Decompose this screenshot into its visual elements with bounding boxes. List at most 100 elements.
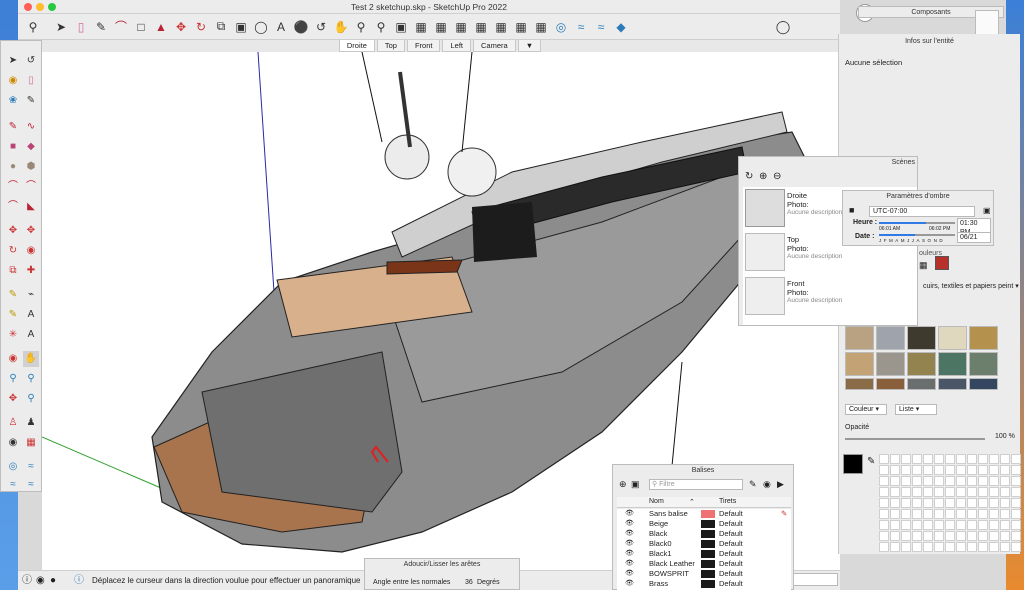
zoom-window-button[interactable] (48, 3, 56, 11)
tape-measure-icon[interactable]: ◯ (252, 18, 270, 36)
target-tool-icon[interactable]: ◎ (5, 459, 21, 475)
tag-dash[interactable]: Default (719, 529, 743, 539)
tag-dash[interactable]: Default (719, 579, 743, 589)
color-grid-cell[interactable] (879, 465, 889, 475)
color-grid-cell[interactable] (890, 476, 900, 486)
tag-dash[interactable]: Default (719, 549, 743, 559)
color-grid-cell[interactable] (978, 487, 988, 497)
rotate-tool-icon[interactable]: ↻ (5, 243, 21, 259)
color-grid-cell[interactable] (934, 509, 944, 519)
color-grid-cell[interactable] (956, 476, 966, 486)
zoom-icon[interactable]: ⚲ (352, 18, 370, 36)
material-swatch[interactable] (907, 352, 936, 376)
color-grid-cell[interactable] (1000, 542, 1010, 552)
color-grid-cell[interactable] (901, 520, 911, 530)
left-view-icon[interactable]: ▦ (532, 18, 550, 36)
tag-filter-input[interactable]: ⚲ Filtre (649, 479, 743, 490)
color-grid-cell[interactable] (879, 487, 889, 497)
scene-name-droite[interactable]: Droite (787, 191, 807, 200)
opacity-slider[interactable] (845, 438, 985, 440)
color-grid-cell[interactable] (967, 476, 977, 486)
color-grid-cell[interactable] (901, 454, 911, 464)
utc-select[interactable]: UTC-07:00 (869, 206, 975, 217)
3d-text-icon[interactable]: A (23, 327, 39, 343)
tag-color-swatch[interactable] (701, 510, 715, 518)
angle-value[interactable]: 36 (465, 579, 473, 586)
time-slider[interactable] (879, 222, 955, 224)
axes-tool-icon[interactable]: ✳ (5, 327, 21, 343)
add-tag-icon[interactable]: ⊕ (619, 479, 627, 490)
color-grid-cell[interactable] (1011, 465, 1021, 475)
back-view-icon[interactable]: ▦ (512, 18, 530, 36)
layers-wave-icon[interactable]: ≈ (572, 18, 590, 36)
text-tool-icon[interactable]: A (23, 307, 39, 323)
material-palette-icon[interactable]: ▦ (919, 260, 929, 270)
color-grid-cell[interactable] (978, 465, 988, 475)
color-grid-cell[interactable] (967, 498, 977, 508)
color-grid-cell[interactable] (956, 509, 966, 519)
material-swatch[interactable] (969, 352, 998, 376)
tag-color-swatch[interactable] (701, 550, 715, 558)
tag-color-swatch[interactable] (701, 570, 715, 578)
credits-icon[interactable]: ◉ (36, 571, 45, 590)
active-tag-pencil-icon[interactable]: ✎ (781, 509, 787, 519)
color-grid-cell[interactable] (967, 465, 977, 475)
line-tool-icon[interactable]: ✎ (5, 119, 21, 135)
tag-dash[interactable]: Default (719, 569, 743, 579)
color-grid-cell[interactable] (945, 487, 955, 497)
follow-me-icon[interactable]: ◉ (23, 243, 39, 259)
color-grid-cell[interactable] (923, 520, 933, 530)
col-name[interactable]: Nom (649, 498, 664, 505)
scene-thumbnail-top[interactable] (745, 233, 785, 271)
iso-view-icon[interactable]: ▦ (432, 18, 450, 36)
search-icon[interactable]: ⚲ (24, 18, 42, 36)
color-grid-cell[interactable] (912, 531, 922, 541)
rectangle-tool-icon[interactable]: ■ (5, 139, 21, 155)
scene-thumbnail-front[interactable] (745, 277, 785, 315)
move-icon[interactable]: ✥ (172, 18, 190, 36)
color-grid-cell[interactable] (945, 520, 955, 530)
visibility-eye-icon[interactable]: 👁 (625, 569, 634, 579)
list-mode-select[interactable]: Liste ▾ (895, 404, 937, 415)
color-grid-cell[interactable] (989, 509, 999, 519)
color-grid-cell[interactable] (923, 509, 933, 519)
color-grid-cell[interactable] (956, 520, 966, 530)
visibility-eye-icon[interactable]: 👁 (625, 549, 634, 559)
tag-dash[interactable]: Default (719, 559, 743, 569)
scene-thumbnail-droite[interactable] (745, 189, 785, 227)
color-grid-cell[interactable] (1000, 476, 1010, 486)
wave-tool-icon[interactable]: ≈ (23, 459, 39, 475)
color-grid-cell[interactable] (890, 454, 900, 464)
circle-tool-icon[interactable]: ● (5, 159, 21, 175)
walk-icon[interactable]: ♟ (23, 415, 39, 431)
date-slider[interactable] (879, 234, 955, 236)
tag-row[interactable]: 👁 Sans balise Default ✎ (617, 509, 791, 519)
make-component-icon[interactable]: ◉ (5, 73, 21, 89)
color-grid-cell[interactable] (901, 498, 911, 508)
color-grid-cell[interactable] (945, 542, 955, 552)
shadow-toggle-icon[interactable]: ■ (849, 205, 854, 215)
color-grid-cell[interactable] (912, 454, 922, 464)
tag-color-swatch[interactable] (701, 530, 715, 538)
color-grid-cell[interactable] (989, 542, 999, 552)
material-swatch[interactable] (845, 326, 874, 350)
tab-top[interactable]: Top (376, 40, 405, 52)
material-swatch[interactable] (876, 326, 905, 350)
tag-color-swatch[interactable] (701, 520, 715, 528)
color-grid-cell[interactable] (945, 476, 955, 486)
tag-color-swatch[interactable] (701, 540, 715, 548)
tag-row[interactable]: 👁 BOWSPRIT Default (617, 569, 791, 579)
visibility-eye-icon[interactable]: 👁 (625, 579, 634, 589)
zoom-tool-icon[interactable]: ⚲ (5, 371, 21, 387)
diamond-icon[interactable]: ◆ (612, 18, 630, 36)
add-folder-icon[interactable]: ▣ (631, 479, 640, 490)
arc3-tool-icon[interactable]: ⌒ (5, 199, 21, 215)
previous-view-icon[interactable]: ⚲ (23, 391, 39, 407)
color-grid-cell[interactable] (923, 498, 933, 508)
color-grid-cell[interactable] (879, 509, 889, 519)
eraser-tool-icon[interactable]: ▯ (23, 73, 39, 89)
tag-dash[interactable]: Default (719, 509, 743, 519)
tag-dash[interactable]: Default (719, 539, 743, 549)
material-swatch[interactable] (938, 378, 967, 390)
arc2-tool-icon[interactable]: ⌒ (23, 179, 39, 195)
